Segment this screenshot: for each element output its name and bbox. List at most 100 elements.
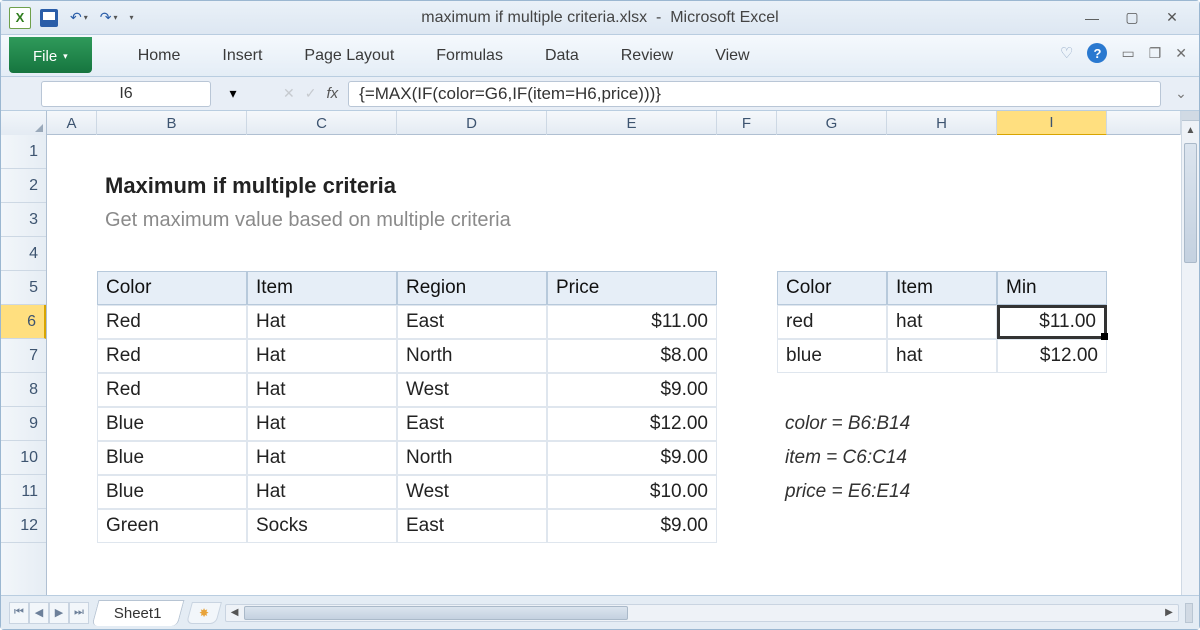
column-header-D[interactable]: D xyxy=(397,111,547,135)
cell-C6[interactable]: Hat xyxy=(247,305,397,339)
side-header-color[interactable]: Color xyxy=(777,271,887,305)
qat-undo[interactable]: ↶▾ xyxy=(67,7,91,28)
selected-cell[interactable]: $11.00 xyxy=(997,305,1107,339)
cell-D12[interactable]: East xyxy=(397,509,547,543)
row-header-3[interactable]: 3 xyxy=(1,203,46,237)
main-header-price[interactable]: Price xyxy=(547,271,717,305)
cell-H7[interactable]: hat xyxy=(887,339,997,373)
scroll-right-button[interactable]: ▶ xyxy=(1160,607,1178,618)
row-header-11[interactable]: 11 xyxy=(1,475,46,509)
sheet-nav-next[interactable]: ▶ xyxy=(49,602,69,624)
column-header-I[interactable]: I xyxy=(997,111,1107,135)
cell-C12[interactable]: Socks xyxy=(247,509,397,543)
column-header-C[interactable]: C xyxy=(247,111,397,135)
sheet-nav-first[interactable]: ⏮ xyxy=(9,602,29,624)
ribbon-tab-insert[interactable]: Insert xyxy=(216,41,268,71)
name-box-dropdown[interactable]: ▾ xyxy=(221,83,245,105)
cell-B6[interactable]: Red xyxy=(97,305,247,339)
workbook-restore[interactable]: ❐ xyxy=(1149,45,1162,62)
window-close[interactable]: ✕ xyxy=(1161,9,1183,27)
row-header-6[interactable]: 6 xyxy=(1,305,46,339)
workbook-close[interactable]: ✕ xyxy=(1175,45,1187,62)
main-header-region[interactable]: Region xyxy=(397,271,547,305)
scroll-up-button[interactable]: ▲ xyxy=(1182,121,1199,139)
ribbon-minimize[interactable]: ▭ xyxy=(1121,45,1134,62)
column-header-H[interactable]: H xyxy=(887,111,997,135)
ribbon-tab-data[interactable]: Data xyxy=(539,41,585,71)
cell-C7[interactable]: Hat xyxy=(247,339,397,373)
column-header-B[interactable]: B xyxy=(97,111,247,135)
cell-G6[interactable]: red xyxy=(777,305,887,339)
row-header-7[interactable]: 7 xyxy=(1,339,46,373)
row-header-4[interactable]: 4 xyxy=(1,237,46,271)
cell-D9[interactable]: East xyxy=(397,407,547,441)
row-header-5[interactable]: 5 xyxy=(1,271,46,305)
qat-redo[interactable]: ↷▾ xyxy=(97,7,121,28)
help-button[interactable]: ? xyxy=(1087,43,1107,63)
row-header-10[interactable]: 10 xyxy=(1,441,46,475)
scroll-left-button[interactable]: ◀ xyxy=(226,607,244,618)
cell-B9[interactable]: Blue xyxy=(97,407,247,441)
excel-app-icon[interactable]: X xyxy=(9,7,31,29)
cell-D7[interactable]: North xyxy=(397,339,547,373)
ribbon-tab-page-layout[interactable]: Page Layout xyxy=(298,41,400,71)
cell-G7[interactable]: blue xyxy=(777,339,887,373)
qat-customize[interactable]: ▾ xyxy=(127,11,137,24)
options-heart-icon[interactable]: ♡ xyxy=(1060,44,1073,62)
horizontal-scroll-thumb[interactable] xyxy=(244,606,629,620)
side-header-item[interactable]: Item xyxy=(887,271,997,305)
cell-B8[interactable]: Red xyxy=(97,373,247,407)
row-header-12[interactable]: 12 xyxy=(1,509,46,543)
formula-input[interactable]: {=MAX(IF(color=G6,IF(item=H6,price)))} xyxy=(348,81,1161,107)
name-box[interactable]: I6 xyxy=(41,81,211,107)
window-maximize[interactable]: ▢ xyxy=(1121,9,1143,27)
cell-I7[interactable]: $12.00 xyxy=(997,339,1107,373)
main-header-item[interactable]: Item xyxy=(247,271,397,305)
row-header-1[interactable]: 1 xyxy=(1,135,46,169)
cell-H6[interactable]: hat xyxy=(887,305,997,339)
sheet-nav-last[interactable]: ⏭ xyxy=(69,602,89,624)
row-header-9[interactable]: 9 xyxy=(1,407,46,441)
horizontal-split-handle[interactable] xyxy=(1185,603,1193,623)
horizontal-scrollbar[interactable]: ◀ ▶ xyxy=(225,604,1179,622)
column-header-F[interactable]: F xyxy=(717,111,777,135)
formula-bar-expand[interactable]: ⌄ xyxy=(1171,85,1191,102)
sheet-tab-1[interactable]: Sheet1 xyxy=(92,600,185,626)
new-sheet-button[interactable]: ✸ xyxy=(186,602,222,624)
cell-C9[interactable]: Hat xyxy=(247,407,397,441)
cell-C11[interactable]: Hat xyxy=(247,475,397,509)
vertical-split-handle[interactable] xyxy=(1182,111,1199,121)
vertical-scroll-thumb[interactable] xyxy=(1184,143,1197,263)
cell-D11[interactable]: West xyxy=(397,475,547,509)
cell-B12[interactable]: Green xyxy=(97,509,247,543)
cell-E9[interactable]: $12.00 xyxy=(547,407,717,441)
qat-save[interactable] xyxy=(37,7,61,29)
ribbon-tab-formulas[interactable]: Formulas xyxy=(430,41,509,71)
sheet-nav-prev[interactable]: ◀ xyxy=(29,602,49,624)
cell-D10[interactable]: North xyxy=(397,441,547,475)
cell-D6[interactable]: East xyxy=(397,305,547,339)
row-header-2[interactable]: 2 xyxy=(1,169,46,203)
column-header-E[interactable]: E xyxy=(547,111,717,135)
fx-icon[interactable]: fx xyxy=(326,85,338,102)
ribbon-tab-home[interactable]: Home xyxy=(132,41,187,71)
column-header-G[interactable]: G xyxy=(777,111,887,135)
cell-E8[interactable]: $9.00 xyxy=(547,373,717,407)
cell-B7[interactable]: Red xyxy=(97,339,247,373)
cell-E7[interactable]: $8.00 xyxy=(547,339,717,373)
window-minimize[interactable]: — xyxy=(1081,9,1103,27)
file-tab[interactable]: File ▾ xyxy=(9,37,92,73)
fill-handle[interactable] xyxy=(1101,333,1108,340)
cell-E6[interactable]: $11.00 xyxy=(547,305,717,339)
cell-D8[interactable]: West xyxy=(397,373,547,407)
cell-E11[interactable]: $10.00 xyxy=(547,475,717,509)
worksheet-grid[interactable]: ABCDEFGHI 123456789101112 Maximum if mul… xyxy=(1,111,1199,595)
select-all-corner[interactable] xyxy=(1,111,47,135)
side-header-min[interactable]: Min xyxy=(997,271,1107,305)
vertical-scrollbar[interactable]: ▲ xyxy=(1181,111,1199,595)
ribbon-tab-view[interactable]: View xyxy=(709,41,755,71)
cell-B11[interactable]: Blue xyxy=(97,475,247,509)
cell-B10[interactable]: Blue xyxy=(97,441,247,475)
ribbon-tab-review[interactable]: Review xyxy=(615,41,679,71)
cell-E12[interactable]: $9.00 xyxy=(547,509,717,543)
